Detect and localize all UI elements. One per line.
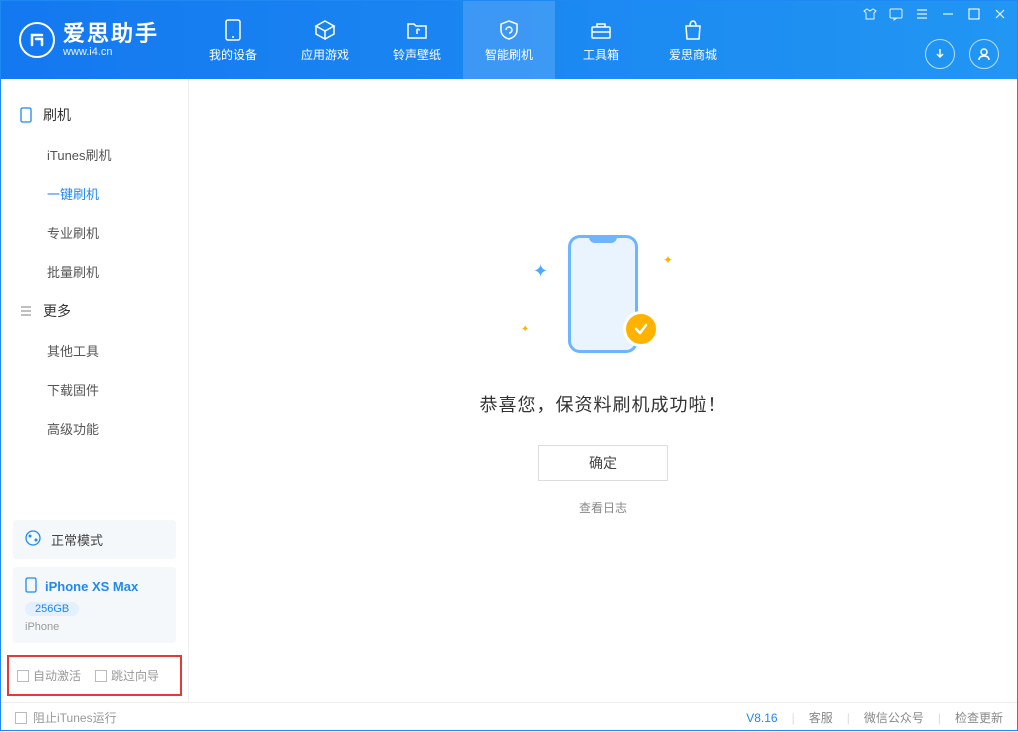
window-controls: [863, 7, 1007, 21]
flash-options-box: 自动激活 跳过向导: [7, 655, 182, 696]
sidebar-item-other-tools[interactable]: 其他工具: [13, 331, 176, 370]
success-check-icon: [623, 311, 659, 347]
sparkle-icon: ✦: [663, 253, 673, 267]
device-storage-badge: 256GB: [25, 602, 79, 616]
sidebar-section-more[interactable]: 更多: [13, 291, 176, 331]
support-link[interactable]: 客服: [809, 709, 833, 726]
success-message: 恭喜您，保资料刷机成功啦！: [480, 391, 727, 417]
minimize-icon[interactable]: [941, 7, 955, 21]
maximize-icon[interactable]: [967, 7, 981, 21]
close-icon[interactable]: [993, 7, 1007, 21]
nav-tab-device[interactable]: 我的设备: [187, 1, 279, 79]
phone-icon: [221, 18, 245, 42]
option-auto-activate[interactable]: 自动激活: [17, 667, 81, 684]
bag-icon: [681, 18, 705, 42]
sidebar: 刷机 iTunes刷机 一键刷机 专业刷机 批量刷机 更多 其他工具 下载固件 …: [1, 79, 189, 702]
sparkle-icon: ✦: [521, 324, 529, 335]
menu-icon[interactable]: [915, 7, 929, 21]
wechat-link[interactable]: 微信公众号: [864, 709, 924, 726]
nav-label: 爱思商城: [669, 46, 717, 63]
view-log-link[interactable]: 查看日志: [579, 499, 627, 516]
option-skip-guide[interactable]: 跳过向导: [95, 667, 159, 684]
nav-tab-flash[interactable]: 智能刷机: [463, 1, 555, 79]
nav-label: 我的设备: [209, 46, 257, 63]
checkbox-icon[interactable]: [15, 712, 27, 724]
toolbox-icon: [589, 18, 613, 42]
user-icon[interactable]: [969, 39, 999, 69]
separator: |: [847, 711, 850, 725]
sparkle-icon: ✦: [533, 261, 548, 282]
sidebar-section-flash[interactable]: 刷机: [13, 95, 176, 135]
nav-label: 铃声壁纸: [393, 46, 441, 63]
main-content: ✦ ✦ ✦ 恭喜您，保资料刷机成功啦！ 确定 查看日志: [189, 79, 1017, 702]
option-label: 跳过向导: [111, 667, 159, 684]
app-logo-icon: [19, 22, 55, 58]
nav-tab-ringtone[interactable]: 铃声壁纸: [371, 1, 463, 79]
nav-tab-toolbox[interactable]: 工具箱: [555, 1, 647, 79]
feedback-icon[interactable]: [889, 7, 903, 21]
app-header: 爱思助手 www.i4.cn 我的设备 应用游戏 铃声壁纸 智能刷机 工具箱 爱…: [1, 1, 1017, 79]
nav-tabs: 我的设备 应用游戏 铃声壁纸 智能刷机 工具箱 爱思商城: [187, 1, 739, 79]
section-title: 刷机: [43, 105, 71, 125]
sidebar-item-itunes-flash[interactable]: iTunes刷机: [13, 135, 176, 174]
shield-refresh-icon: [497, 18, 521, 42]
separator: |: [792, 711, 795, 725]
ok-button[interactable]: 确定: [538, 445, 668, 481]
device-type-label: iPhone: [25, 621, 164, 633]
download-icon[interactable]: [925, 39, 955, 69]
nav-label: 应用游戏: [301, 46, 349, 63]
sidebar-item-pro-flash[interactable]: 专业刷机: [13, 213, 176, 252]
device-mode-status[interactable]: 正常模式: [13, 520, 176, 559]
version-label: V8.16: [746, 711, 777, 725]
checkbox-icon[interactable]: [95, 670, 107, 682]
nav-label: 智能刷机: [485, 46, 533, 63]
cube-icon: [313, 18, 337, 42]
device-icon: [19, 108, 33, 122]
checkbox-icon[interactable]: [17, 670, 29, 682]
phone-small-icon: [25, 577, 37, 596]
update-link[interactable]: 检查更新: [955, 709, 1003, 726]
sidebar-item-advanced[interactable]: 高级功能: [13, 409, 176, 448]
sidebar-item-oneclick-flash[interactable]: 一键刷机: [13, 174, 176, 213]
shirt-icon[interactable]: [863, 7, 877, 21]
nav-tab-store[interactable]: 爱思商城: [647, 1, 739, 79]
sidebar-item-download-firmware[interactable]: 下载固件: [13, 370, 176, 409]
user-controls: [925, 39, 999, 69]
nav-label: 工具箱: [583, 46, 619, 63]
section-title: 更多: [43, 301, 71, 321]
list-icon: [19, 304, 33, 318]
music-folder-icon: [405, 18, 429, 42]
logo-area: 爱思助手 www.i4.cn: [1, 22, 177, 58]
option-label: 自动激活: [33, 667, 81, 684]
separator: |: [938, 711, 941, 725]
app-subtitle: www.i4.cn: [63, 46, 159, 58]
status-label: 正常模式: [51, 530, 103, 549]
nav-tab-apps[interactable]: 应用游戏: [279, 1, 371, 79]
device-name-label: iPhone XS Max: [45, 579, 138, 594]
block-itunes-label[interactable]: 阻止iTunes运行: [33, 709, 117, 726]
success-illustration: ✦ ✦ ✦: [533, 225, 673, 365]
footer-bar: 阻止iTunes运行 V8.16 | 客服 | 微信公众号 | 检查更新: [1, 702, 1017, 732]
status-icon: [25, 530, 41, 549]
device-info-block[interactable]: iPhone XS Max 256GB iPhone: [13, 567, 176, 643]
app-title: 爱思助手: [63, 22, 159, 46]
sidebar-item-batch-flash[interactable]: 批量刷机: [13, 252, 176, 291]
